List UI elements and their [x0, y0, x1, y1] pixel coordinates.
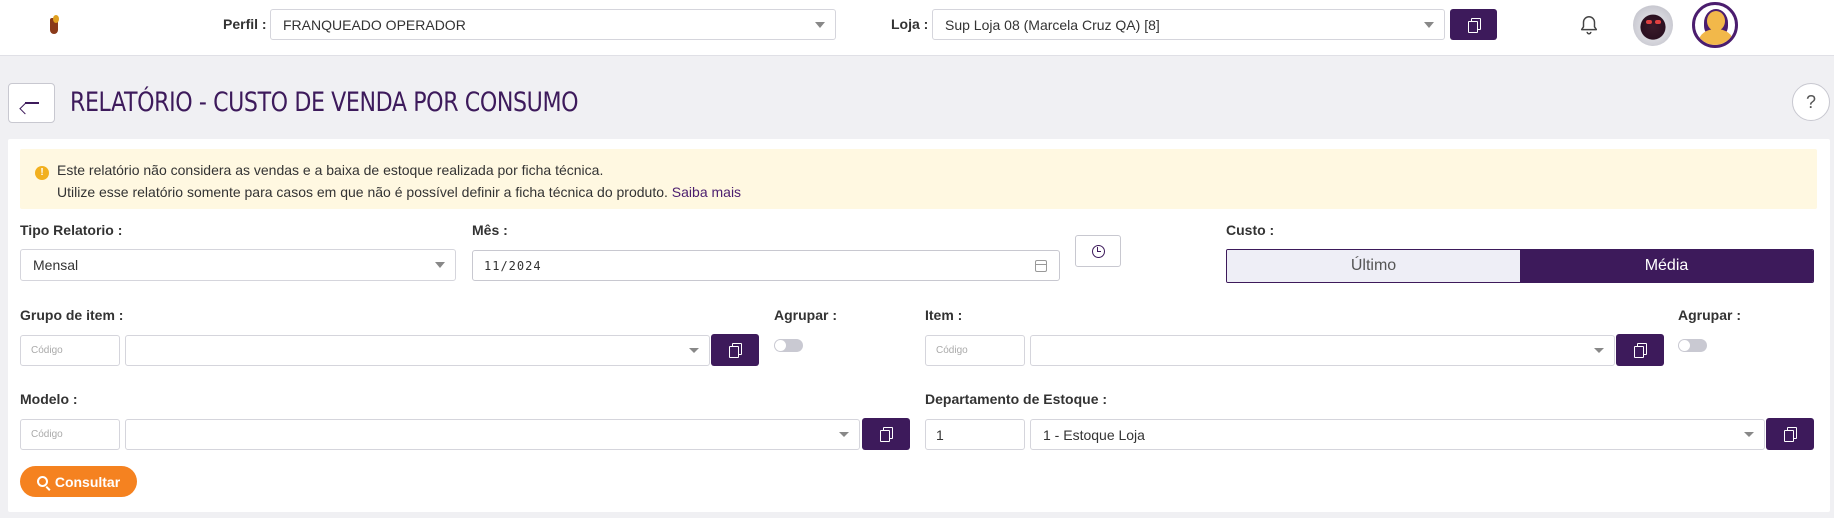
model-label: Modelo : [20, 391, 78, 407]
store-copy-button[interactable] [1450, 9, 1497, 40]
profile-label: Perfil : [223, 16, 267, 32]
bell-icon[interactable] [1578, 14, 1600, 36]
stock-dept-select[interactable]: 1 - Estoque Loja [1030, 419, 1765, 450]
item-group-code-input[interactable]: Código [20, 335, 120, 366]
month-label: Mês : [472, 222, 508, 238]
user-avatar[interactable] [1692, 2, 1738, 48]
store-select[interactable]: Sup Loja 08 (Marcela Cruz QA) [8] [932, 9, 1445, 40]
report-type-select[interactable]: Mensal [20, 249, 456, 281]
stock-dept-copy-button[interactable] [1766, 418, 1814, 450]
alert-line-1: Este relatório não considera as vendas e… [57, 162, 604, 178]
month-input[interactable]: 11/2024 [472, 250, 1060, 281]
stock-dept-select-value: 1 - Estoque Loja [1043, 426, 1145, 443]
assistant-avatar[interactable] [1633, 4, 1673, 46]
cost-segmented-control[interactable]: Último Média [1226, 249, 1814, 283]
cost-option-average[interactable]: Média [1520, 250, 1813, 282]
chevron-down-icon [839, 431, 849, 437]
search-icon [36, 476, 48, 487]
consult-button[interactable]: Consultar [20, 466, 137, 497]
cost-label: Custo : [1226, 222, 1275, 238]
item-copy-button[interactable] [1616, 334, 1664, 366]
clock-icon [1091, 244, 1105, 258]
chevron-down-icon [815, 21, 825, 28]
avatar-body [1699, 29, 1733, 45]
item-code-input[interactable]: Código [925, 335, 1025, 366]
item-group-code-placeholder: Código [31, 345, 63, 356]
avatar-eye [1646, 20, 1652, 24]
top-bar: Perfil : FRANQUEADO OPERADOR Loja : Sup … [0, 0, 1834, 56]
history-button[interactable] [1075, 235, 1121, 267]
copy-icon [728, 343, 742, 358]
brand-logo[interactable] [48, 14, 84, 38]
stock-dept-code-input[interactable]: 1 [925, 419, 1025, 450]
chevron-down-icon [1744, 431, 1754, 437]
item-group-copy-button[interactable] [711, 334, 759, 366]
item-group-select[interactable] [125, 335, 710, 366]
page-title: RELATÓRIO - CUSTO DE VENDA POR CONSUMO [70, 87, 579, 118]
chevron-down-icon [1424, 21, 1434, 28]
store-label: Loja : [891, 16, 929, 32]
learn-more-link[interactable]: Saiba mais [672, 184, 741, 200]
chevron-down-icon [689, 347, 699, 353]
report-form-card: ! Este relatório não considera as vendas… [8, 139, 1830, 512]
warning-icon: ! [35, 166, 49, 180]
logo-dot [53, 15, 59, 23]
help-button[interactable]: ? [1792, 83, 1830, 121]
item-group-group-by-label: Agrupar : [774, 307, 837, 323]
model-select[interactable] [125, 419, 860, 450]
avatar-eye [1655, 20, 1661, 24]
copy-icon [1467, 17, 1481, 33]
consult-button-label: Consultar [54, 473, 121, 490]
model-code-placeholder: Código [31, 429, 63, 440]
profile-select[interactable]: FRANQUEADO OPERADOR [270, 9, 836, 40]
item-group-label: Grupo de item : [20, 307, 124, 323]
item-select[interactable] [1030, 335, 1615, 366]
item-group-by-toggle[interactable] [1678, 339, 1707, 352]
info-alert: ! Este relatório não considera as vendas… [20, 149, 1817, 209]
copy-icon [1783, 427, 1797, 442]
stock-dept-code-value: 1 [936, 426, 944, 443]
model-copy-button[interactable] [862, 418, 910, 450]
arrow-left-icon [24, 97, 40, 109]
report-type-value: Mensal [33, 257, 79, 273]
month-value: 11/2024 [484, 258, 542, 273]
cost-option-last[interactable]: Último [1227, 250, 1520, 282]
alert-line-2-text: Utilize esse relatório somente para caso… [57, 184, 668, 200]
alert-line-2: Utilize esse relatório somente para caso… [57, 184, 741, 200]
store-select-value: Sup Loja 08 (Marcela Cruz QA) [8] [945, 16, 1160, 33]
chevron-down-icon [435, 262, 445, 268]
avatar-head [1707, 11, 1725, 31]
calendar-icon[interactable] [1035, 260, 1047, 272]
item-group-by-label: Agrupar : [1678, 307, 1741, 323]
item-group-group-by-toggle[interactable] [774, 339, 803, 352]
chevron-down-icon [1594, 347, 1604, 353]
item-code-placeholder: Código [936, 345, 968, 356]
profile-select-value: FRANQUEADO OPERADOR [283, 16, 466, 33]
stock-dept-label: Departamento de Estoque : [925, 391, 1108, 407]
model-code-input[interactable]: Código [20, 419, 120, 450]
back-button[interactable] [8, 83, 55, 123]
item-label: Item : [925, 307, 963, 323]
copy-icon [1633, 343, 1647, 358]
report-type-label: Tipo Relatorio : [20, 222, 123, 238]
copy-icon [879, 427, 893, 442]
